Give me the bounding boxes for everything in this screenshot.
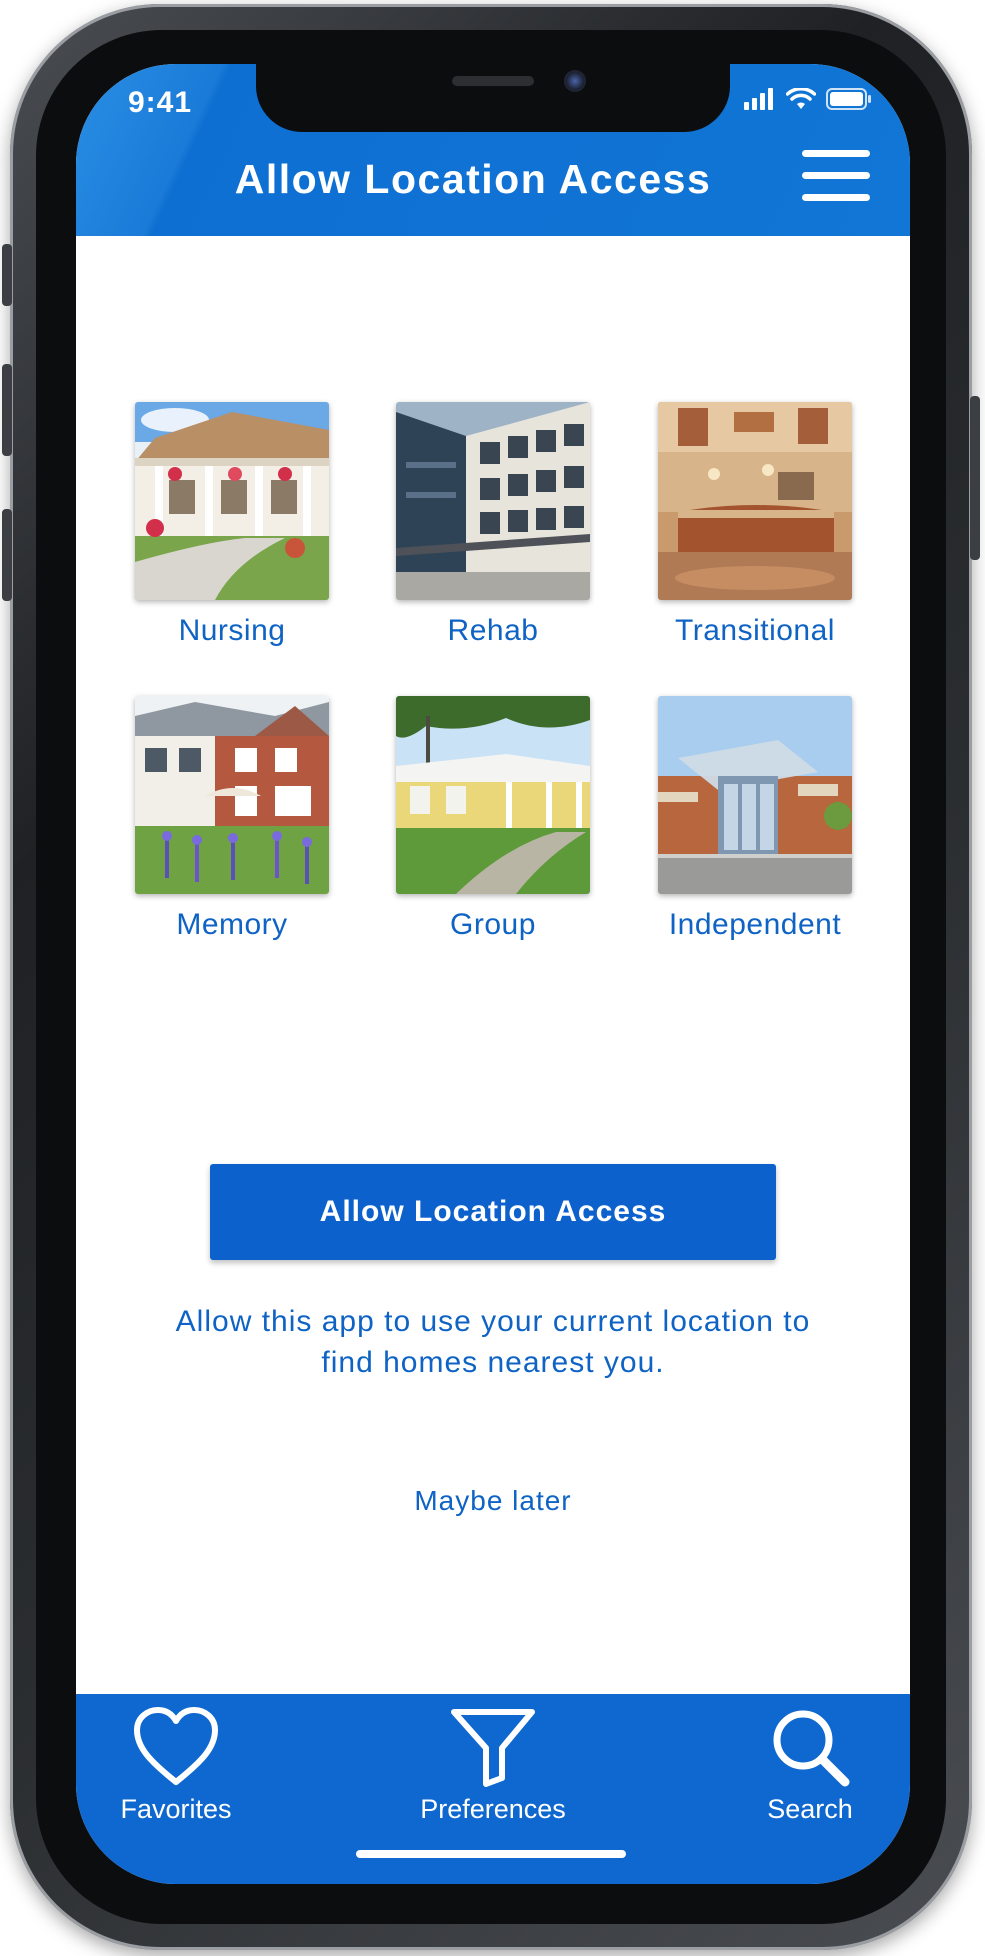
transitional-care-photo (658, 402, 852, 600)
tab-search[interactable]: Search (710, 1706, 910, 1825)
category-label: Memory (176, 908, 288, 941)
rehab-center-photo (396, 402, 590, 600)
status-time: 9:41 (128, 86, 193, 119)
speaker-grille (452, 76, 534, 86)
nursing-home-photo (135, 402, 329, 600)
group-home-photo (396, 696, 590, 894)
wifi-icon (786, 88, 816, 109)
camera-icon (564, 70, 586, 92)
app-header: 9:41 Allow Location Access (76, 64, 910, 236)
search-icon (773, 1710, 850, 1787)
device-notch (256, 64, 730, 132)
category-tile-nursing[interactable]: Nursing (117, 402, 347, 648)
bottom-tab-bar: Favorites Preferences Search (76, 1694, 910, 1884)
page-title: Allow Location Access (234, 156, 712, 202)
heart-icon (134, 1707, 218, 1785)
app-screen: 9:41 Allow Location Access Nursing Rehab… (76, 64, 910, 1884)
category-label: Group (450, 908, 536, 941)
category-tile-transitional[interactable]: Transitional (640, 402, 870, 648)
memory-care-photo (135, 696, 329, 894)
tab-label: Search (767, 1794, 853, 1824)
maybe-later-link[interactable]: Maybe later (76, 1485, 910, 1517)
cellular-signal-icon (744, 88, 773, 110)
home-indicator[interactable] (356, 1850, 626, 1858)
category-label: Transitional (675, 614, 835, 647)
category-label: Rehab (447, 614, 539, 647)
mute-switch (2, 244, 12, 306)
status-icons (744, 88, 872, 110)
category-tile-memory[interactable]: Memory (117, 696, 347, 942)
category-tile-independent[interactable]: Independent (640, 696, 870, 942)
allow-location-access-button[interactable]: Allow Location Access (210, 1164, 776, 1260)
category-label: Nursing (178, 614, 286, 647)
battery-icon (826, 88, 871, 110)
category-tile-group[interactable]: Group (378, 696, 608, 942)
tab-label: Favorites (120, 1794, 232, 1824)
tab-favorites[interactable]: Favorites (76, 1706, 276, 1825)
tab-label: Preferences (420, 1794, 566, 1824)
category-tile-rehab[interactable]: Rehab (378, 402, 608, 648)
tab-preferences[interactable]: Preferences (393, 1706, 593, 1825)
independent-living-photo (658, 696, 852, 894)
hamburger-menu-icon[interactable] (800, 150, 872, 204)
location-permission-description: Allow this app to use your current locat… (175, 1305, 811, 1379)
volume-up-button (2, 364, 12, 456)
volume-down-button (2, 509, 12, 601)
filter-icon (451, 1709, 535, 1787)
power-button (970, 396, 980, 560)
category-label: Independent (668, 908, 842, 941)
